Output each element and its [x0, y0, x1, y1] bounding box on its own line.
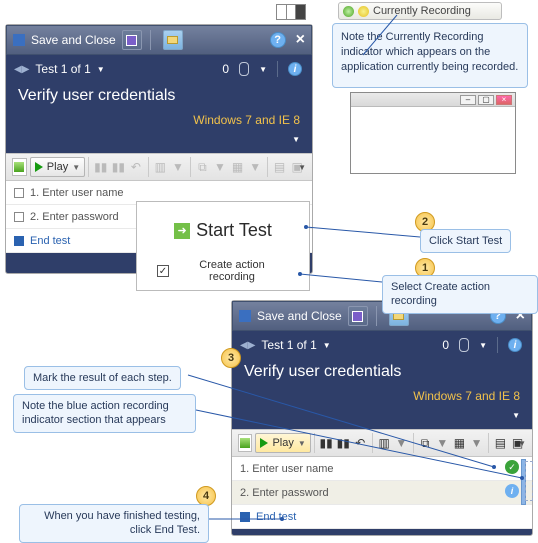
start-test-button[interactable]: Start Test: [196, 220, 272, 241]
start-test-popup: ➜ Start Test ✓ Create action recording: [136, 201, 310, 291]
globe-icon: [343, 6, 354, 17]
layout-switch-icon[interactable]: [276, 4, 306, 20]
recording-note: Note the Currently Recording indicator w…: [332, 23, 528, 88]
tool-icon[interactable]: ▥: [152, 156, 170, 178]
info-icon[interactable]: i: [288, 62, 302, 76]
comment-icon[interactable]: ▤: [271, 156, 289, 178]
play-icon: [35, 162, 43, 172]
save-and-close-button[interactable]: Save and Close: [31, 33, 116, 47]
callout-end-test: When you have finished testing,click End…: [19, 504, 209, 543]
attachment-icon[interactable]: [239, 62, 249, 76]
capture-icon[interactable]: ⧉: [194, 156, 212, 178]
test-config: Windows 7 and IE 8: [6, 111, 312, 129]
min-button[interactable]: –: [460, 95, 476, 105]
sample-app-window: – ▢ ×: [350, 92, 516, 174]
action-toolbar: Play ▼ ▮▮ ▮▮ ↶ ▥ ▼ ⧉ ▼ ▦ ▼ ▤ ▣ ▼: [6, 153, 312, 181]
step-row[interactable]: 2. Enter password i▾: [232, 481, 532, 505]
app-close-button[interactable]: ×: [496, 95, 512, 105]
prev-test-button[interactable]: ◀▶: [240, 340, 255, 351]
badge-3: 3: [221, 348, 241, 368]
record-icon: [358, 6, 369, 17]
attachment-count: 0: [442, 338, 449, 352]
collapse-icon[interactable]: ▼: [512, 411, 520, 420]
app-icon: [13, 34, 25, 46]
pause-icon[interactable]: ▮▮: [92, 156, 110, 178]
pass-icon[interactable]: ✓: [505, 460, 519, 474]
max-button[interactable]: ▢: [478, 95, 494, 105]
play-button[interactable]: Play ▼: [255, 433, 310, 453]
capture-icon[interactable]: ⧉: [417, 432, 434, 454]
info-icon[interactable]: i: [508, 338, 522, 352]
recording-banner-label: Currently Recording: [373, 5, 471, 17]
callout-start-test: Click Start Test: [420, 229, 511, 253]
attachment-count: 0: [222, 62, 229, 76]
close-icon[interactable]: ×: [296, 31, 305, 49]
attachment-icon[interactable]: [459, 338, 469, 352]
app-icon: [239, 310, 251, 322]
pause-icon[interactable]: ▮▮: [318, 432, 335, 454]
test-dropdown[interactable]: ▼: [323, 341, 331, 350]
stop-icon[interactable]: ▮▮: [110, 156, 128, 178]
help-icon[interactable]: ?: [270, 32, 286, 48]
bug-icon[interactable]: ▦: [229, 156, 247, 178]
tool-icon[interactable]: ▥: [376, 432, 393, 454]
test-title: Verify user credentials: [6, 83, 312, 111]
recording-banner: Currently Recording: [338, 2, 502, 20]
collapse-icon[interactable]: ▼: [292, 135, 300, 144]
recording-indicator: [525, 461, 533, 501]
end-test-button[interactable]: End test: [232, 505, 532, 529]
play-button[interactable]: Play ▼: [30, 157, 85, 177]
step-row[interactable]: 1. Enter user name ✓▾: [232, 457, 532, 481]
save-icon[interactable]: [122, 30, 142, 50]
test-runner-window-2: Save and Close ? × ◀▶ Test 1 of 1 ▼ 0 ▼ …: [231, 300, 533, 536]
test-config: Windows 7 and IE 8: [232, 387, 532, 405]
create-recording-checkbox[interactable]: ✓: [157, 265, 169, 277]
stop-icon[interactable]: ▮▮: [335, 432, 352, 454]
undo-icon[interactable]: ↶: [352, 432, 369, 454]
save-and-close-button[interactable]: Save and Close: [257, 309, 342, 323]
save-icon[interactable]: [348, 306, 368, 326]
active-icon[interactable]: i: [505, 484, 519, 498]
test-nav-label[interactable]: Test 1 of 1: [261, 338, 316, 352]
bug-icon[interactable]: ▦: [451, 432, 468, 454]
callout-create-recording: Select Create action recording: [382, 275, 538, 314]
prev-test-button[interactable]: ◀▶: [14, 64, 29, 75]
undo-icon[interactable]: ↶: [127, 156, 145, 178]
test-nav-label[interactable]: Test 1 of 1: [35, 62, 90, 76]
create-recording-label: Create action recording: [175, 259, 289, 283]
play-icon: [260, 438, 268, 448]
callout-mark-step: Mark the result of each step.: [24, 366, 181, 390]
callout-blue-indicator: Note the blue action recordingindicator …: [13, 394, 196, 433]
action-toolbar: Play ▼ ▮▮ ▮▮ ↶ ▥ ▼ ⧉ ▼ ▦ ▼ ▤ ▣ ▼: [232, 429, 532, 457]
test-title: Verify user credentials: [232, 359, 532, 387]
test-dropdown[interactable]: ▼: [97, 65, 105, 74]
open-icon[interactable]: [163, 30, 183, 50]
start-icon: ➜: [174, 223, 190, 239]
comment-icon[interactable]: ▤: [492, 432, 509, 454]
badge-4: 4: [196, 486, 216, 506]
